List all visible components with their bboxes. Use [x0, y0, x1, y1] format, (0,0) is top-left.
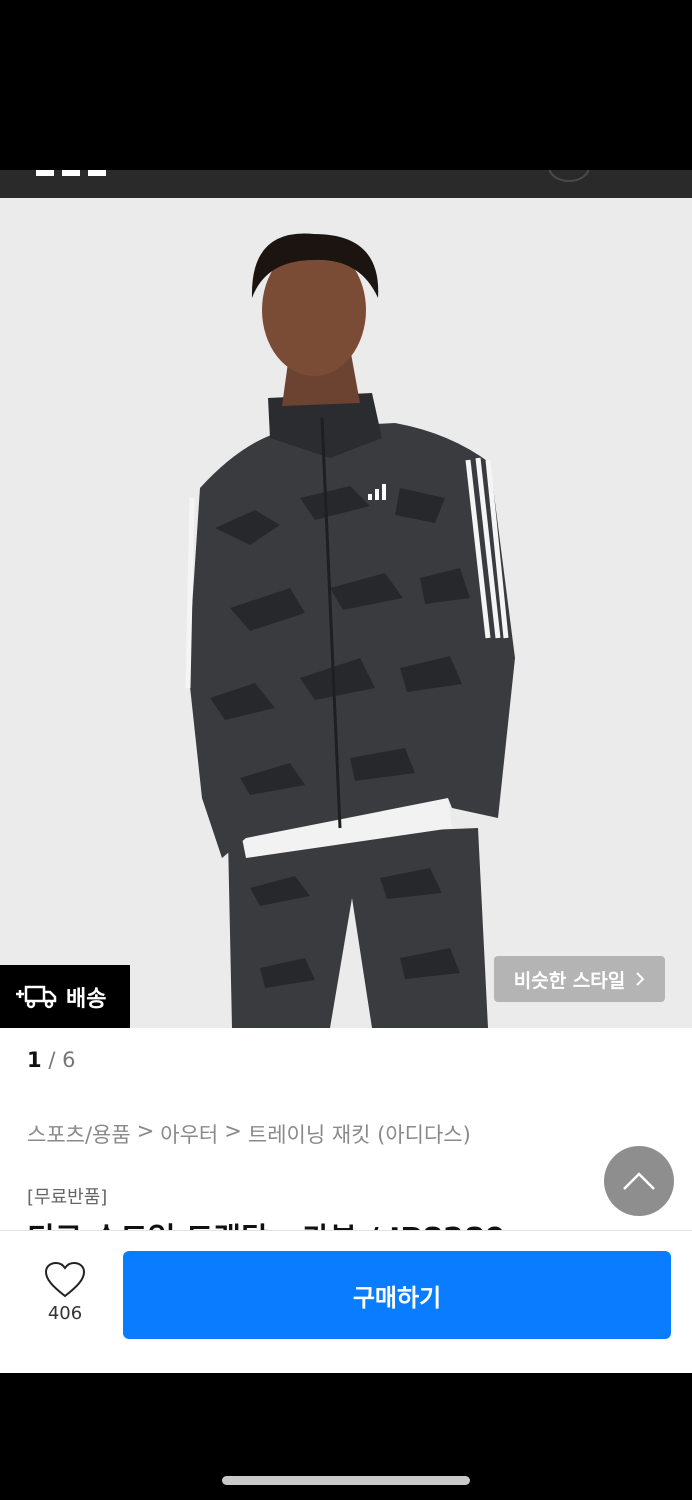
scroll-top-button[interactable]	[604, 1146, 674, 1216]
breadcrumb-separator: >	[136, 1119, 155, 1143]
adidas-stripes-logo[interactable]	[36, 170, 108, 176]
pager-current: 1	[27, 1048, 42, 1072]
like-button[interactable]: 406	[36, 1261, 94, 1341]
breadcrumb-item-sports[interactable]: 스포츠/용품	[27, 1119, 131, 1149]
product-info: 1 / 6 스포츠/용품 > 아우터 > 트레이닝 재킷 (아디다스) [무료반…	[0, 1028, 692, 1230]
status-area	[0, 0, 692, 170]
free-return-tag: [무료반품]	[27, 1187, 108, 1208]
product-image[interactable]	[0, 198, 692, 1028]
delivery-badge: 배송	[0, 965, 130, 1028]
breadcrumb: 스포츠/용품 > 아우터 > 트레이닝 재킷 (아디다스)	[27, 1119, 471, 1149]
purchase-bar: 406 구매하기	[0, 1230, 692, 1373]
app-header	[0, 170, 692, 198]
similar-style-label: 비슷한 스타일	[513, 969, 626, 992]
like-count: 406	[47, 1303, 83, 1324]
home-indicator[interactable]	[222, 1476, 470, 1485]
cart-icon[interactable]	[548, 170, 590, 182]
delivery-label: 배송	[66, 986, 107, 1012]
truck-icon	[16, 985, 57, 1008]
pager-total: 6	[62, 1048, 76, 1072]
image-pager: 1 / 6	[27, 1048, 75, 1072]
chevron-right-icon	[636, 972, 645, 986]
breadcrumb-item-training-jacket[interactable]: 트레이닝 재킷 (아디다스)	[248, 1119, 471, 1149]
chevron-up-icon	[623, 1172, 655, 1190]
pager-separator: /	[48, 1048, 56, 1072]
similar-style-button[interactable]: 비슷한 스타일	[494, 956, 665, 1002]
buy-button[interactable]: 구매하기	[123, 1251, 671, 1339]
heart-icon	[44, 1261, 86, 1298]
product-title: 티로 수트업 트랙탑 - 카본 / JP8289	[27, 1214, 506, 1230]
product-photo-illustration	[185, 233, 515, 1028]
breadcrumb-item-outer[interactable]: 아우터	[160, 1119, 218, 1149]
breadcrumb-separator: >	[224, 1119, 242, 1143]
